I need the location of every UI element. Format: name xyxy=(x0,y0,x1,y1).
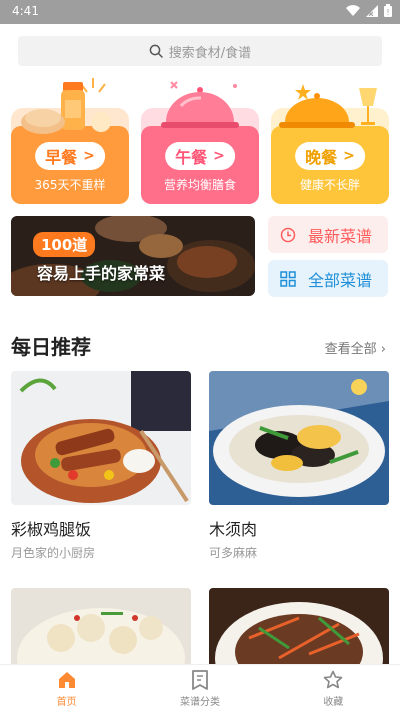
svg-text:!: ! xyxy=(386,8,389,17)
recipe-author: 可多麻麻 xyxy=(209,546,258,560)
lunch-button[interactable]: 午餐 > xyxy=(165,142,235,170)
home-icon xyxy=(57,669,77,691)
meal-card-breakfast[interactable]: 早餐 > 365天不重样 xyxy=(11,76,129,204)
meal-card-dinner[interactable]: 晚餐 > 健康不长胖 xyxy=(271,76,389,204)
chevron-right-icon: > xyxy=(213,148,225,164)
breakfast-illustration xyxy=(21,78,111,134)
tab-categories[interactable]: 菜谱分类 xyxy=(133,665,266,712)
recipe-title[interactable]: 彩椒鸡腿饭 xyxy=(11,516,91,540)
meal-sub: 健康不长胖 xyxy=(299,178,360,192)
search-icon xyxy=(149,44,163,58)
latest-recipes-button[interactable]: 最新菜谱 xyxy=(268,216,388,253)
recipe-title[interactable]: 木须肉 xyxy=(209,516,257,540)
meal-label: 早餐 xyxy=(45,148,78,167)
all-recipes-label: 全部菜谱 xyxy=(308,270,373,290)
recipe-image[interactable] xyxy=(209,371,389,505)
all-recipes-button[interactable]: 全部菜谱 xyxy=(268,260,388,297)
recipe-book-icon xyxy=(191,669,209,691)
search-placeholder: 搜索食材/食谱 xyxy=(168,45,252,61)
dinner-illustration xyxy=(279,84,377,128)
chicken-rice-photo xyxy=(11,371,191,505)
recipe-image[interactable] xyxy=(11,371,191,505)
tab-label: 菜谱分类 xyxy=(179,697,220,708)
battery-icon: ! xyxy=(384,4,392,20)
home-cooking-banner[interactable]: 100道 容易上手的家常菜 xyxy=(11,216,255,296)
search-bar[interactable]: 搜索食材/食谱 xyxy=(18,36,382,66)
tab-label: 收藏 xyxy=(323,697,344,708)
tab-label: 首页 xyxy=(56,697,77,708)
signal-icon xyxy=(366,4,378,20)
meal-label: 晚餐 xyxy=(305,148,338,167)
breakfast-button[interactable]: 早餐 > xyxy=(35,142,105,170)
bottom-tab-bar: 首页 菜谱分类 收藏 xyxy=(0,664,400,712)
tab-favorites[interactable]: 收藏 xyxy=(267,665,400,712)
meal-card-lunch[interactable]: 午餐 > 营养均衡膳食 xyxy=(141,76,259,204)
meal-sub: 营养均衡膳食 xyxy=(163,178,236,192)
recipe-author: 月色家的小厨房 xyxy=(11,546,96,560)
star-icon xyxy=(323,669,343,691)
recipe-image[interactable] xyxy=(209,588,389,664)
dinner-button[interactable]: 晚餐 > xyxy=(295,142,365,170)
tab-home[interactable]: 首页 xyxy=(0,665,133,712)
clock-icon xyxy=(280,227,296,243)
stir-fry-photo xyxy=(209,588,389,664)
see-all-link[interactable]: 查看全部 › xyxy=(325,338,386,357)
wifi-icon xyxy=(346,4,360,20)
banner-caption: 容易上手的家常菜 xyxy=(37,264,166,283)
chevron-right-icon: > xyxy=(83,148,95,164)
lotus-root-photo xyxy=(11,588,191,664)
meal-label: 午餐 xyxy=(175,148,208,167)
chevron-right-icon: > xyxy=(343,148,355,164)
muxu-pork-photo xyxy=(209,371,389,505)
meal-sub: 365天不重样 xyxy=(34,178,106,192)
status-icons: ! xyxy=(346,4,392,20)
grid-icon xyxy=(280,270,296,287)
recipe-image[interactable] xyxy=(11,588,191,664)
recipe-count-badge: 100道 xyxy=(33,232,96,257)
latest-recipes-label: 最新菜谱 xyxy=(308,226,373,246)
status-bar: 4:41 ! xyxy=(0,0,400,24)
daily-title: 每日推荐 xyxy=(11,335,91,359)
lunch-illustration xyxy=(161,81,239,128)
status-time: 4:41 xyxy=(12,4,39,18)
